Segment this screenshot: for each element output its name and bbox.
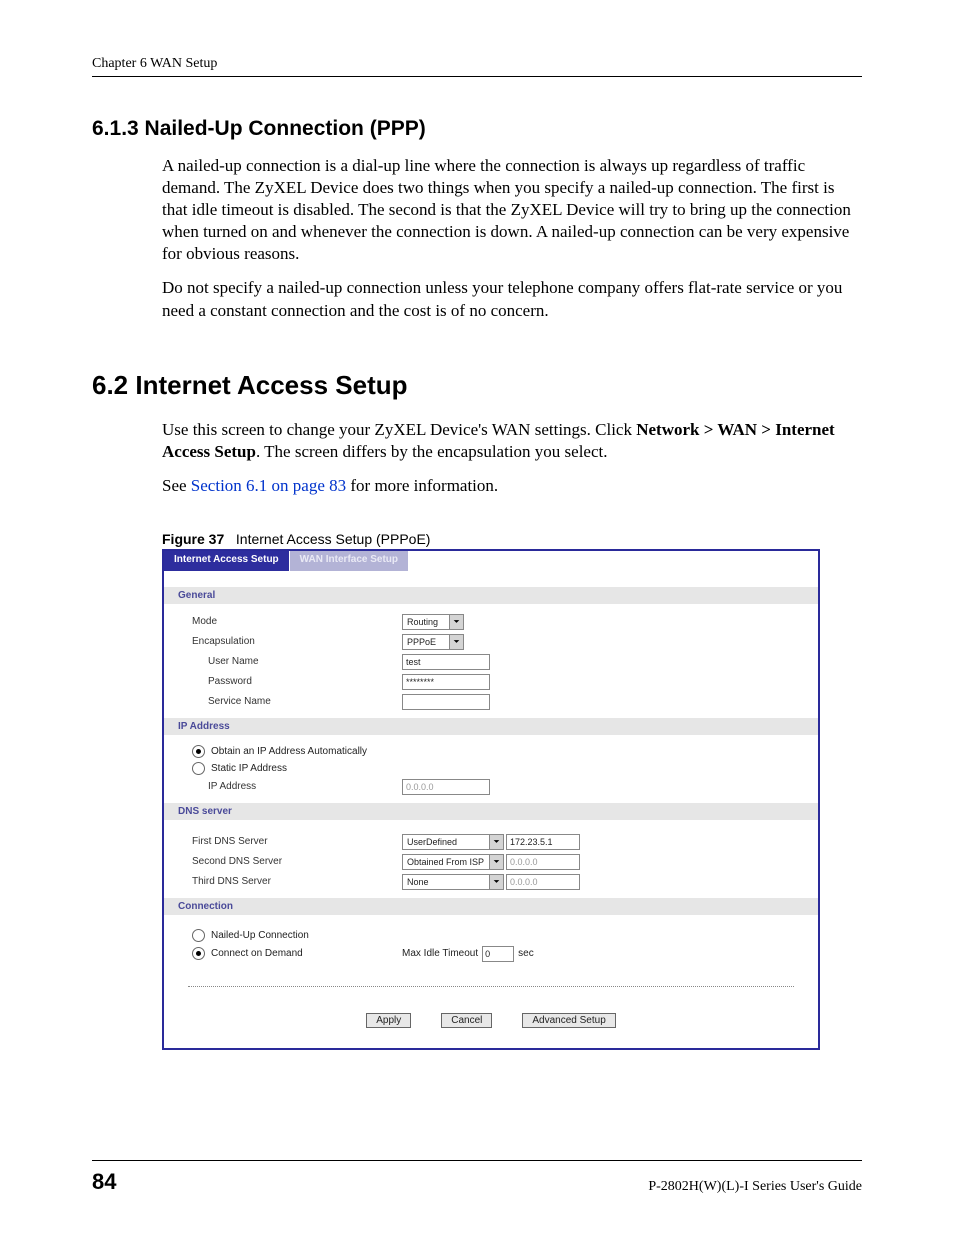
tab-fill [409,551,818,571]
username-label: User Name [208,656,402,667]
chevron-down-icon [449,635,463,649]
separator-line [188,986,794,987]
mode-select-value: Routing [403,617,449,627]
nailed-up-label: Nailed-Up Connection [211,930,309,941]
chevron-down-icon [449,615,463,629]
section-6-1-3-para1: A nailed-up connection is a dial-up line… [162,155,862,265]
encapsulation-select[interactable]: PPPoE [402,634,464,650]
chevron-down-icon [489,875,503,889]
first-dns-label: First DNS Server [192,836,402,847]
advanced-setup-button[interactable]: Advanced Setup [522,1013,615,1028]
connect-on-demand-label: Connect on Demand [211,948,303,959]
tab-bar: Internet Access Setup WAN Interface Setu… [164,551,818,571]
third-dns-select[interactable]: None [402,874,504,890]
section-6-2-para1-c: . The screen differs by the encapsulatio… [256,442,608,461]
third-dns-input[interactable]: 0.0.0.0 [506,874,580,890]
section-6-1-3-para2: Do not specify a nailed-up connection un… [162,277,862,321]
cancel-button[interactable]: Cancel [441,1013,492,1028]
chevron-down-icon [489,835,503,849]
connection-section-header: Connection [164,898,818,915]
username-input[interactable]: test [402,654,490,670]
second-dns-input[interactable]: 0.0.0.0 [506,854,580,870]
mode-select[interactable]: Routing [402,614,464,630]
apply-button[interactable]: Apply [366,1013,411,1028]
max-idle-timeout-input[interactable]: 0 [482,946,514,962]
static-ip-label: Static IP Address [211,763,287,774]
password-label: Password [208,676,402,687]
dns-server-section-header: DNS server [164,803,818,820]
second-dns-select-value: Obtained From ISP [403,857,489,867]
section-6-2-para1-a: Use this screen to change your ZyXEL Dev… [162,420,636,439]
third-dns-label: Third DNS Server [192,876,402,887]
tab-wan-interface-setup[interactable]: WAN Interface Setup [290,551,409,571]
guide-name: P-2802H(W)(L)-I Series User's Guide [648,1179,862,1195]
ip-address-input[interactable]: 0.0.0.0 [402,779,490,795]
section-6-2-para2: See Section 6.1 on page 83 for more info… [162,475,862,497]
connect-on-demand-radio[interactable] [192,947,205,960]
first-dns-select[interactable]: UserDefined [402,834,504,850]
max-idle-timeout-unit: sec [518,948,534,959]
encapsulation-select-value: PPPoE [403,637,449,647]
second-dns-label: Second DNS Server [192,856,402,867]
first-dns-select-value: UserDefined [403,837,489,847]
figure-title: Internet Access Setup (PPPoE) [236,531,431,547]
chapter-header: Chapter 6 WAN Setup [92,56,862,77]
figure-37-caption: Figure 37 Internet Access Setup (PPPoE) [162,531,862,547]
figure-37-screenshot: Internet Access Setup WAN Interface Setu… [162,549,820,1050]
first-dns-input[interactable]: 172.23.5.1 [506,834,580,850]
ip-address-section-header: IP Address [164,718,818,735]
general-section-header: General [164,587,818,604]
section-6-2-para2-b: for more information. [346,476,498,495]
ip-address-label: IP Address [208,781,402,792]
section-6-2-para2-a: See [162,476,191,495]
figure-label: Figure 37 [162,531,224,547]
section-6-2-heading: 6.2 Internet Access Setup [92,370,862,401]
section-6-1-3-heading: 6.1.3 Nailed-Up Connection (PPP) [92,117,862,141]
obtain-ip-auto-radio[interactable] [192,745,205,758]
encapsulation-label: Encapsulation [192,636,402,647]
obtain-ip-auto-label: Obtain an IP Address Automatically [211,746,367,757]
static-ip-radio[interactable] [192,762,205,775]
third-dns-select-value: None [403,877,489,887]
nailed-up-radio[interactable] [192,929,205,942]
mode-label: Mode [192,616,402,627]
page-number: 84 [92,1169,116,1195]
password-input[interactable]: ******** [402,674,490,690]
section-6-2-para1: Use this screen to change your ZyXEL Dev… [162,419,862,463]
service-name-input[interactable] [402,694,490,710]
second-dns-select[interactable]: Obtained From ISP [402,854,504,870]
chevron-down-icon [489,855,503,869]
section-6-1-cross-ref-link[interactable]: Section 6.1 on page 83 [191,476,346,495]
service-name-label: Service Name [208,696,402,707]
max-idle-timeout-label: Max Idle Timeout [402,948,478,959]
tab-internet-access-setup[interactable]: Internet Access Setup [164,551,290,571]
